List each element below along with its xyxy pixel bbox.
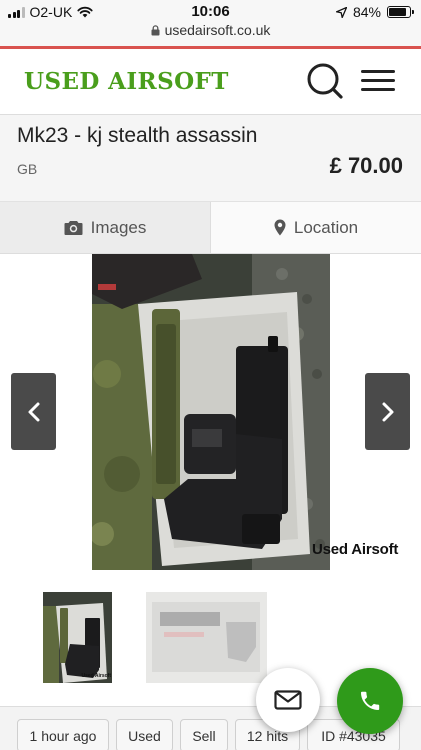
battery-percent: 84% <box>352 4 381 20</box>
next-image-button[interactable] <box>365 373 410 450</box>
call-seller-button[interactable] <box>337 668 403 734</box>
thumbnail-2[interactable] <box>146 592 267 683</box>
thumbnail-1-image <box>43 592 112 683</box>
menu-button[interactable] <box>359 65 397 97</box>
battery-icon <box>387 6 414 18</box>
listing-title: Mk23 - kj stealth assassin <box>17 124 258 147</box>
search-button[interactable] <box>306 62 344 100</box>
tab-images[interactable]: Images <box>0 202 210 253</box>
posted-time-chip: 1 hour ago <box>17 719 109 750</box>
photo-watermark: Used Airsoft <box>312 541 399 558</box>
thumbnail-watermark: Used Airsoft <box>81 673 111 679</box>
email-seller-button[interactable] <box>256 668 320 732</box>
tab-images-label: Images <box>90 217 147 237</box>
site-logo[interactable]: USED AIRSOFT <box>24 68 229 95</box>
listing-region: GB <box>17 161 38 177</box>
thumbnail-1[interactable]: Used Airsoft <box>43 592 112 683</box>
phone-icon <box>361 691 380 710</box>
pistol-photo <box>92 254 330 570</box>
ad-type-chip: Sell <box>180 719 228 750</box>
image-gallery: Used Airsoft <box>0 254 421 584</box>
envelope-icon <box>274 690 302 710</box>
hamburger-menu-icon <box>361 70 395 73</box>
status-right: 84% <box>335 4 414 20</box>
condition-chip: Used <box>116 719 173 750</box>
battery-fill <box>389 8 406 16</box>
chevron-right-icon <box>382 402 393 421</box>
location-arrow-icon <box>335 6 347 18</box>
tab-location-label: Location <box>293 217 359 237</box>
listing-header: Mk23 - kj stealth assassin GB £ 70.00 <box>0 115 421 202</box>
tab-location[interactable]: Location <box>210 202 421 253</box>
search-icon <box>307 63 343 99</box>
previous-image-button[interactable] <box>11 373 56 450</box>
chevron-left-icon <box>28 402 39 421</box>
lock-icon <box>151 25 160 36</box>
listing-price: £ 70.00 <box>329 153 403 178</box>
thumbnail-2-image <box>146 592 267 683</box>
camera-icon <box>64 221 83 235</box>
listing-tabs: Images Location <box>0 202 421 254</box>
map-pin-icon <box>274 219 286 236</box>
main-listing-photo[interactable] <box>92 254 330 570</box>
browser-url-bar[interactable]: usedairsoft.co.uk <box>0 22 421 46</box>
status-bar: O2-UK 10:06 84% <box>0 0 421 22</box>
site-header: USED AIRSOFT <box>0 49 421 115</box>
url-text: usedairsoft.co.uk <box>164 22 271 38</box>
